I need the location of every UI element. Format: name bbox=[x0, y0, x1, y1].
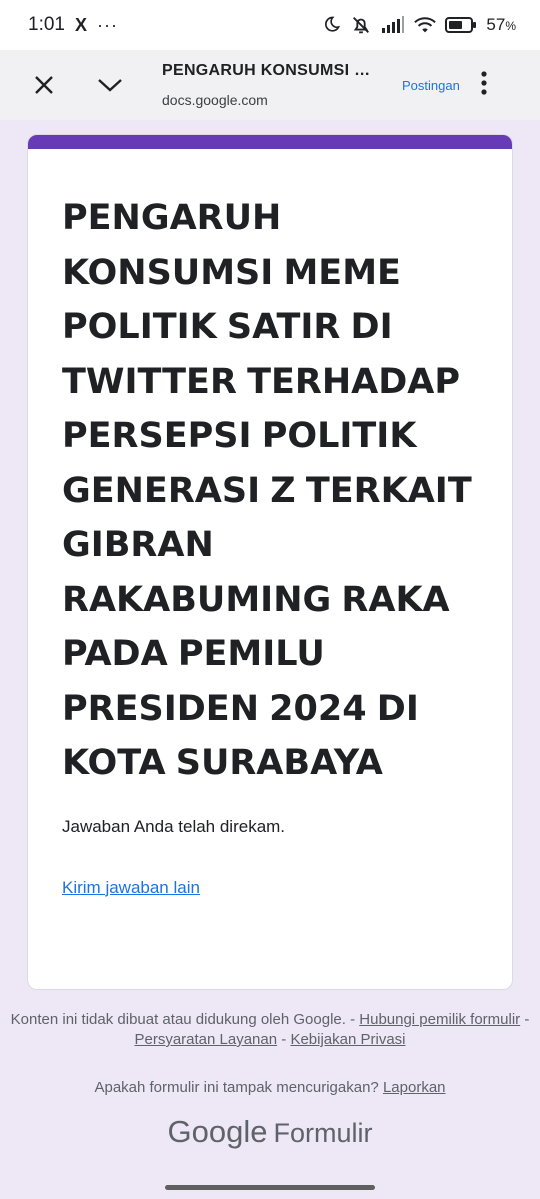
more-vert-icon bbox=[481, 70, 487, 95]
browser-toolbar: PENGARUH KONSUMSI MEME POLITIK SATIR DI … bbox=[0, 50, 540, 120]
brand-google: Google bbox=[167, 1114, 268, 1149]
moon-icon bbox=[321, 15, 341, 35]
status-bar: 1:01 X ··· 57% bbox=[0, 0, 540, 50]
separator: - bbox=[345, 1011, 360, 1028]
submit-another-response-link[interactable]: Kirim jawaban lain bbox=[62, 878, 200, 898]
separator: - bbox=[277, 1031, 291, 1048]
chevron-down-icon bbox=[98, 79, 122, 92]
page-title: PENGARUH KONSUMSI MEME POLITIK SATIR DI … bbox=[162, 62, 377, 79]
collapse-button[interactable] bbox=[80, 55, 140, 115]
postingan-button[interactable]: Postingan bbox=[402, 78, 460, 93]
report-link[interactable]: Laporkan bbox=[383, 1079, 446, 1096]
brand-forms: Formulir bbox=[273, 1118, 373, 1148]
home-indicator[interactable] bbox=[165, 1185, 375, 1190]
form-response-card: PENGARUH KONSUMSI MEME POLITIK SATIR DI … bbox=[27, 134, 513, 990]
more-notifications-icon: ··· bbox=[97, 14, 118, 35]
terms-link[interactable]: Persyaratan Layanan bbox=[134, 1031, 277, 1048]
signal-icon bbox=[381, 16, 405, 34]
privacy-link[interactable]: Kebijakan Privasi bbox=[290, 1031, 405, 1048]
wifi-icon bbox=[414, 16, 437, 34]
contact-owner-link[interactable]: Hubungi pemilik formulir bbox=[359, 1011, 520, 1028]
report-question: Apakah formulir ini tampak mencurigakan? bbox=[94, 1079, 379, 1096]
close-icon bbox=[35, 76, 53, 94]
footer: Konten ini tidak dibuat atau didukung ol… bbox=[0, 1010, 540, 1098]
disclaimer-text: Konten ini tidak dibuat atau didukung ol… bbox=[10, 1011, 346, 1028]
separator: - bbox=[520, 1011, 530, 1028]
report-line: Apakah formulir ini tampak mencurigakan?… bbox=[0, 1078, 540, 1098]
confirmation-message: Jawaban Anda telah direkam. bbox=[62, 816, 286, 836]
footer-disclaimer-line: Konten ini tidak dibuat atau didukung ol… bbox=[0, 1010, 540, 1050]
x-app-icon: X bbox=[74, 14, 87, 35]
mute-icon bbox=[350, 14, 372, 36]
page-url: docs.google.com bbox=[162, 92, 268, 108]
page-info: PENGARUH KONSUMSI MEME POLITIK SATIR DI … bbox=[162, 62, 377, 108]
google-forms-logo[interactable]: Google Formulir bbox=[0, 1114, 540, 1150]
battery-percent: 57% bbox=[486, 15, 516, 34]
card-accent-bar bbox=[28, 135, 512, 149]
more-options-button[interactable] bbox=[480, 70, 488, 101]
battery-icon bbox=[445, 16, 477, 34]
close-button[interactable] bbox=[14, 55, 74, 115]
status-time: 1:01 bbox=[28, 14, 65, 35]
form-title: PENGARUH KONSUMSI MEME POLITIK SATIR DI … bbox=[62, 198, 472, 783]
